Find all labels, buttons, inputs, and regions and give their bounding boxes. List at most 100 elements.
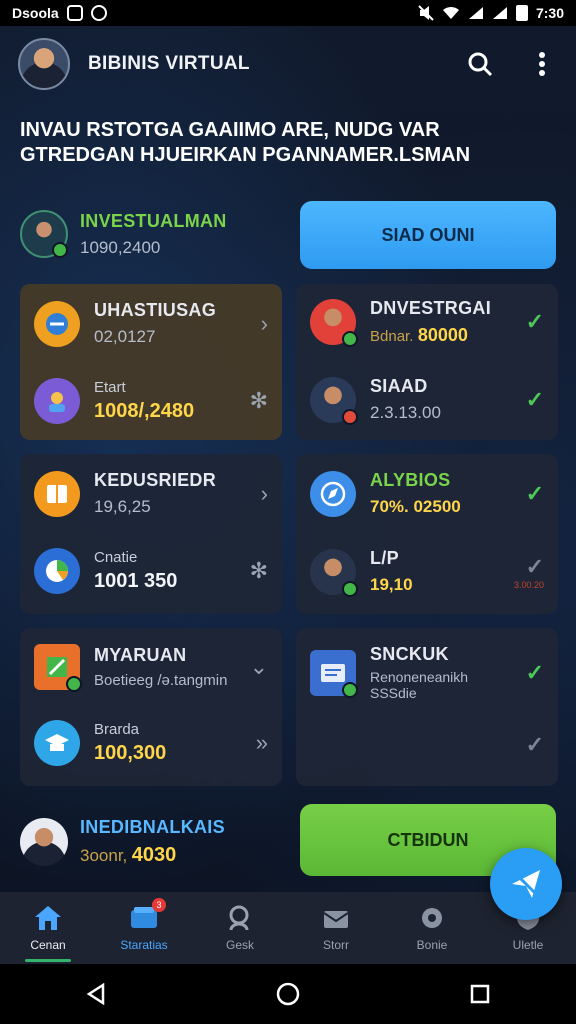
search-button[interactable] xyxy=(464,48,496,80)
card-sub-value: 80000 xyxy=(417,325,468,345)
list-item[interactable]: Etart 1008/,2480 ✻ xyxy=(34,378,268,424)
card-sub: 02,0127 xyxy=(94,327,156,346)
headline-line-2: GTREDGAN HJUEIRKAN PGANNAMER.LSMAN xyxy=(20,144,471,166)
list-item[interactable]: L/P 19,10 ✓ 3.00.20 xyxy=(310,548,544,597)
card-value: 100,300 xyxy=(94,742,167,764)
floating-action-button[interactable] xyxy=(490,848,562,920)
nav-item-mail[interactable]: Storr xyxy=(288,904,384,952)
left-card-2[interactable]: KEDUSRIEDR 19,6,25 › Cnatie 1001 350 ✻ xyxy=(20,454,282,614)
more-menu-button[interactable] xyxy=(526,48,558,80)
card-title: SNCKUK xyxy=(370,644,449,664)
individual-summary[interactable]: INEDIBNALKAIS 3oonr, 4030 xyxy=(20,806,282,878)
primary-action-button[interactable]: SIAD OUNI xyxy=(300,201,556,269)
check-badge-icon xyxy=(342,681,358,698)
recents-icon xyxy=(470,984,490,1004)
check-icon[interactable]: ✓ xyxy=(526,732,544,758)
gear-icon xyxy=(422,908,442,928)
left-card-1[interactable]: UHASTIUSAG 02,0127 › Etart 1008/,2480 ✻ xyxy=(20,284,282,440)
page-headline: INVAU RSTOTGA GAAIIMO ARE, NUDG VAR GTRE… xyxy=(20,118,550,168)
right-card-2[interactable]: ALYBIOS 70%. 02500 ✓ L/P 19,10 ✓ 3.00.20 xyxy=(296,454,558,614)
card-sub-label: 3oonr, xyxy=(80,846,128,865)
chevron-right-icon[interactable]: » xyxy=(256,730,268,756)
nav-item-search-user[interactable]: Gesk xyxy=(192,904,288,952)
card-sub: 19,6,25 xyxy=(94,497,151,516)
card-sub-value: 4030 xyxy=(131,844,177,866)
edit-document-icon xyxy=(34,644,82,692)
right-card-1[interactable]: DNVESTRGAI Bdnar. 80000 ✓ SIAAD 2.3.13.0… xyxy=(296,284,558,440)
back-icon xyxy=(86,983,105,1005)
investor-avatar-icon xyxy=(20,210,68,258)
person-avatar-icon xyxy=(310,299,358,347)
nav-item-settings[interactable]: Bonie xyxy=(384,904,480,952)
card-title: KEDUSRIEDR xyxy=(94,470,217,490)
notification-badge: 3 xyxy=(152,898,166,912)
nav-item-wallet[interactable]: 3 Staratias xyxy=(96,898,192,952)
card-label: Cnatie xyxy=(94,549,138,566)
notification-icon xyxy=(66,5,83,21)
app-notification-icon xyxy=(90,5,107,21)
check-badge-icon xyxy=(342,331,358,347)
list-item[interactable]: SIAAD 2.3.13.00 ✓ xyxy=(310,376,544,425)
nav-label: Bonie xyxy=(416,938,448,952)
home-circle-icon xyxy=(276,982,300,1006)
wifi-icon xyxy=(442,6,459,19)
list-item[interactable]: UHASTIUSAG 02,0127 › xyxy=(34,300,268,347)
check-icon[interactable]: ✓ xyxy=(526,554,544,580)
list-item[interactable]: Cnatie 1001 350 ✻ xyxy=(34,548,268,594)
mute-icon xyxy=(418,5,434,21)
support-icon xyxy=(34,378,80,424)
card-sub: Boetieeg /ə.tangmin xyxy=(94,672,228,689)
status-carrier: Dsoola xyxy=(12,5,59,21)
card-title: SIAAD xyxy=(370,376,428,396)
list-item[interactable]: KEDUSRIEDR 19,6,25 › xyxy=(34,470,268,517)
chevron-right-icon[interactable]: › xyxy=(261,481,268,507)
nav-label: Cenan xyxy=(30,938,66,952)
card-title: MYARUAN xyxy=(94,645,187,665)
list-item[interactable]: DNVESTRGAI Bdnar. 80000 ✓ xyxy=(310,298,544,347)
nav-item-home[interactable]: Cenan xyxy=(0,904,96,962)
recents-button[interactable] xyxy=(460,974,500,1014)
card-sub: 19,10 xyxy=(370,575,413,594)
card-title: INEDIBNALKAIS xyxy=(80,817,225,837)
card-title: L/P xyxy=(370,548,399,568)
list-item[interactable]: ✓ xyxy=(310,732,544,758)
card-value: 1001 350 xyxy=(94,570,178,592)
avatar[interactable] xyxy=(18,38,70,90)
card-sub: 70%. 02500 xyxy=(370,497,461,516)
alert-badge-icon xyxy=(342,408,358,425)
investment-summary[interactable]: INVESTUALMAN 1090,2400 xyxy=(20,198,282,270)
card-sub-label: Bdnar. xyxy=(370,328,414,345)
check-icon[interactable]: ✓ xyxy=(526,387,544,413)
person-avatar-icon xyxy=(310,376,358,425)
left-card-3[interactable]: MYARUAN Boetieeg /ə.tangmin ⌄ Brarda 100… xyxy=(20,628,282,786)
list-item[interactable]: MYARUAN Boetieeg /ə.tangmin ⌄ xyxy=(34,644,268,692)
card-sub: 2.3.13.00 xyxy=(370,403,441,422)
check-badge-icon xyxy=(52,242,68,258)
book-icon xyxy=(34,470,80,517)
nav-label: Uletle xyxy=(512,938,544,952)
card-label: Etart xyxy=(94,379,126,396)
check-icon[interactable]: ✓ xyxy=(526,660,544,686)
home-button[interactable] xyxy=(268,974,308,1014)
chat-icon xyxy=(34,300,80,347)
pie-chart-icon xyxy=(34,548,80,594)
right-card-3[interactable]: SNCKUK Renoneneanikh SSSdie ✓ ✓ xyxy=(296,628,558,786)
more-vert-icon xyxy=(539,52,545,76)
check-icon[interactable]: ✓ xyxy=(526,481,544,507)
check-icon[interactable]: ✓ xyxy=(526,309,544,335)
search-user-icon xyxy=(229,905,249,931)
back-button[interactable] xyxy=(76,974,116,1014)
card-title: DNVESTRGAI xyxy=(370,298,492,318)
chevron-down-icon[interactable]: ⌄ xyxy=(250,654,268,680)
list-item[interactable]: Brarda 100,300 » xyxy=(34,720,268,766)
investment-value: 1090,2400 xyxy=(80,237,161,257)
list-item[interactable]: ALYBIOS 70%. 02500 ✓ xyxy=(310,470,544,517)
chevron-right-icon[interactable]: › xyxy=(261,311,268,337)
card-value: 1008/,2480 xyxy=(94,400,195,422)
battery-icon xyxy=(515,5,528,21)
list-item[interactable]: SNCKUK Renoneneanikh SSSdie ✓ xyxy=(310,644,544,701)
check-badge-icon xyxy=(66,676,82,692)
mail-icon xyxy=(323,911,349,928)
home-icon xyxy=(35,906,61,930)
signal-2-icon xyxy=(492,7,507,19)
